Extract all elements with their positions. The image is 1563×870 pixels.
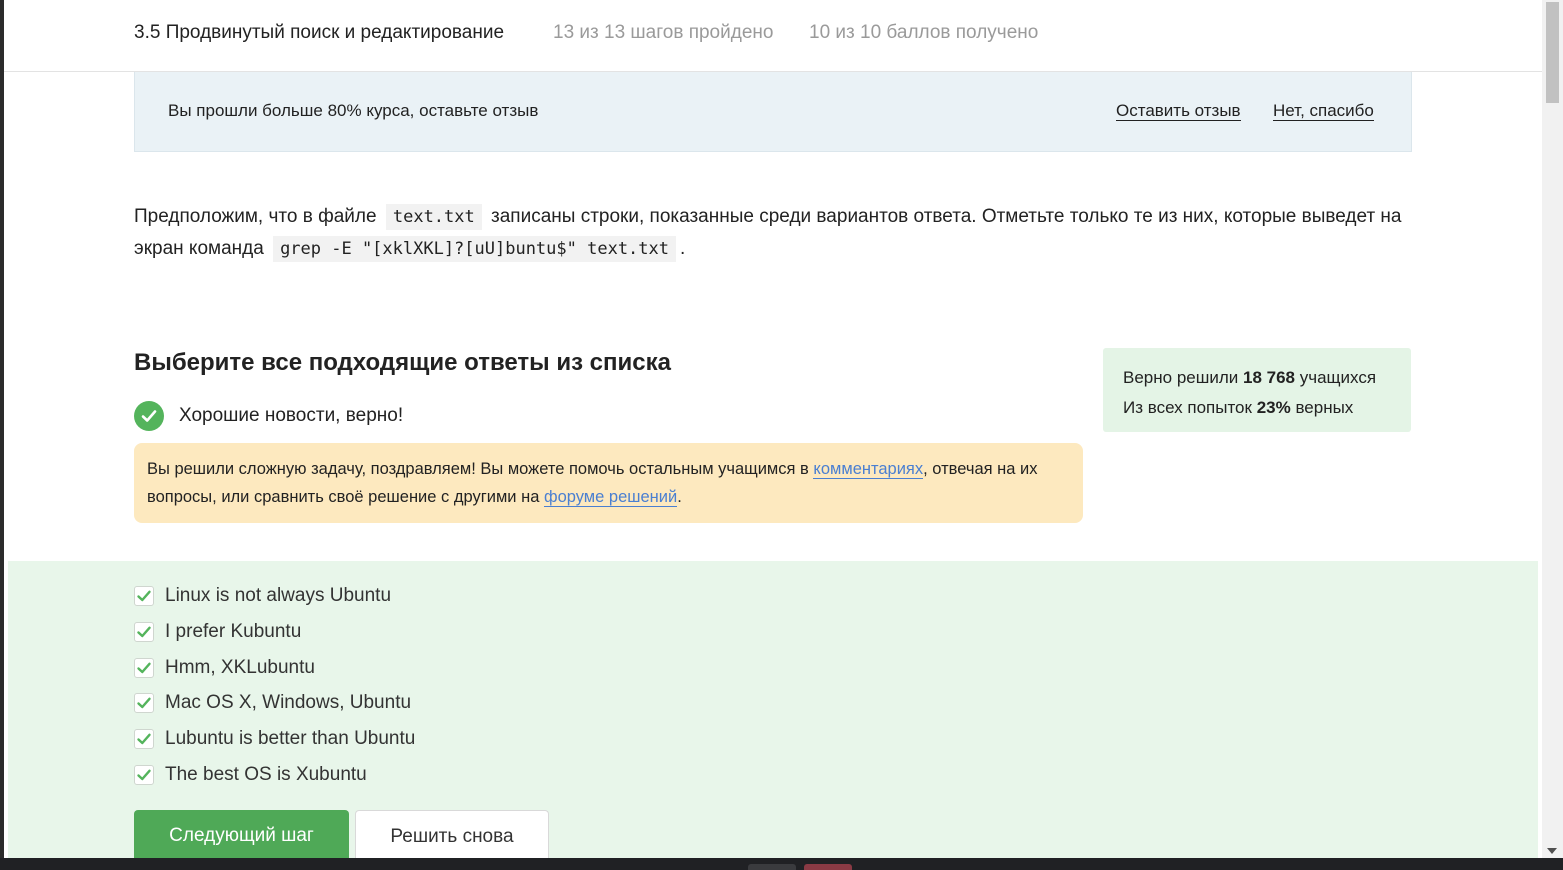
answer-option[interactable]: I prefer Kubuntu: [134, 620, 301, 644]
answer-label: The best OS is Xubuntu: [165, 764, 367, 785]
result-text: Хорошие новости, верно!: [179, 405, 404, 426]
stats-box: Верно решили 18 768 учащихся Из всех поп…: [1103, 348, 1411, 432]
answer-option[interactable]: Hmm, XKLubuntu: [134, 656, 315, 680]
lesson-header: 3.5 Продвинутый поиск и редактирование 1…: [4, 0, 1542, 72]
answer-checkbox[interactable]: [134, 658, 154, 678]
answer-label: Lubuntu is better than Ubuntu: [165, 728, 416, 749]
result-status: Хорошие новости, верно!: [134, 401, 403, 431]
taskbar: [0, 858, 1563, 870]
answer-option[interactable]: The best OS is Xubuntu: [134, 763, 367, 787]
checkmark-icon: [137, 769, 151, 781]
checkmark-icon: [137, 590, 151, 602]
answer-label: Mac OS X, Windows, Ubuntu: [165, 692, 412, 713]
stats-solved-count: 18 768: [1243, 368, 1296, 387]
answer-checkbox[interactable]: [134, 765, 154, 785]
command-code: grep -E "[xklXKL]?[uU]buntu$" text.txt: [273, 236, 676, 262]
lesson-title[interactable]: 3.5 Продвинутый поиск и редактирование: [134, 22, 504, 44]
answer-option[interactable]: Lubuntu is better than Ubuntu: [134, 727, 415, 751]
checkmark-icon: [137, 697, 151, 709]
checkmark-icon: [137, 662, 151, 674]
page-scrollbar[interactable]: [1542, 0, 1563, 858]
steps-progress: 13 из 13 шагов пройдено: [553, 22, 774, 43]
notice-part3: .: [677, 488, 682, 506]
stats-attempts: Из всех попыток 23% верных: [1123, 393, 1391, 423]
scroll-down-arrow-icon[interactable]: [1547, 848, 1557, 854]
taskbar-app-item[interactable]: [748, 864, 796, 870]
question-part1: Предположим, что в файле: [134, 206, 377, 227]
review-banner: Вы прошли больше 80% курса, оставьте отз…: [134, 72, 1412, 152]
congrats-notice: Вы решили сложную задачу, поздравляем! В…: [134, 443, 1083, 523]
solve-again-button[interactable]: Решить снова: [355, 810, 549, 862]
answer-label: Linux is not always Ubuntu: [165, 585, 392, 606]
solutions-forum-link[interactable]: форуме решений: [544, 488, 678, 507]
answer-checkbox[interactable]: [134, 586, 154, 606]
scrollbar-thumb[interactable]: [1546, 2, 1559, 103]
answer-label: Hmm, XKLubuntu: [165, 657, 315, 678]
stats-attempts-suffix: верных: [1295, 398, 1354, 417]
stats-solved-prefix: Верно решили: [1123, 368, 1239, 387]
success-check-icon: [134, 401, 164, 431]
answer-option[interactable]: Mac OS X, Windows, Ubuntu: [134, 691, 411, 715]
leave-review-link[interactable]: Оставить отзыв: [1116, 101, 1241, 121]
taskbar-app-item[interactable]: [804, 864, 852, 870]
answer-checkbox[interactable]: [134, 622, 154, 642]
answers-area: Linux is not always Ubuntu I prefer Kubu…: [8, 561, 1538, 862]
stats-solved: Верно решили 18 768 учащихся: [1123, 363, 1391, 393]
stats-attempts-percent: 23%: [1256, 398, 1291, 417]
review-banner-text: Вы прошли больше 80% курса, оставьте отз…: [168, 101, 539, 120]
filename-code: text.txt: [385, 204, 482, 230]
no-thanks-link[interactable]: Нет, спасибо: [1273, 101, 1374, 121]
checkmark-icon: [137, 626, 151, 638]
comments-link[interactable]: комментариях: [813, 460, 924, 479]
next-step-button[interactable]: Следующий шаг: [134, 810, 349, 862]
choice-heading: Выберите все подходящие ответы из списка: [134, 349, 671, 376]
stats-attempts-prefix: Из всех попыток: [1123, 398, 1252, 417]
answer-checkbox[interactable]: [134, 729, 154, 749]
answer-label: I prefer Kubuntu: [165, 621, 302, 642]
window-left-edge: [0, 0, 4, 858]
question-part3: .: [680, 238, 686, 259]
score-progress: 10 из 10 баллов получено: [809, 22, 1039, 43]
question-text: Предположим, что в файле text.txt записа…: [134, 201, 1414, 265]
checkmark-icon: [137, 733, 151, 745]
answer-option[interactable]: Linux is not always Ubuntu: [134, 584, 391, 608]
stats-solved-suffix: учащихся: [1299, 368, 1377, 387]
answer-checkbox[interactable]: [134, 693, 154, 713]
notice-part1: Вы решили сложную задачу, поздравляем! В…: [147, 460, 809, 478]
